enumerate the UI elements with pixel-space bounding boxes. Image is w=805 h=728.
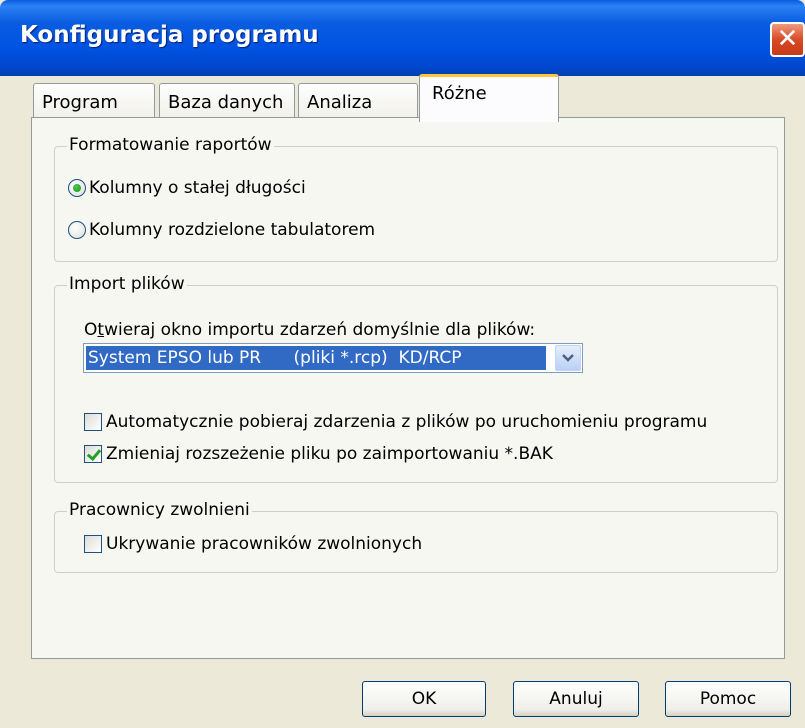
- ok-button[interactable]: OK: [362, 681, 486, 717]
- chevron-down-icon[interactable]: [555, 345, 581, 371]
- import-combo-label: Otwieraj okno importu zdarzeń domyślnie …: [84, 320, 536, 340]
- dialog-window: Konfiguracja programu ✕ Program Baza dan…: [0, 0, 805, 728]
- radio-unchecked-icon[interactable]: [68, 221, 86, 239]
- group-legend: Pracownicy zwolnieni: [67, 500, 252, 520]
- tab-analiza[interactable]: Analiza: [298, 83, 418, 121]
- tab-label: Program: [42, 92, 118, 113]
- group-legend: Import plików: [67, 274, 187, 294]
- radio-label: Kolumny rozdzielone tabulatorem: [89, 220, 376, 240]
- group-legend: Formatowanie raportów: [67, 135, 274, 155]
- title-bar[interactable]: Konfiguracja programu ✕: [0, 0, 805, 76]
- checkbox-label: Zmieniaj rozszeżenie pliku po zaimportow…: [106, 444, 553, 464]
- tab-label: Analiza: [307, 92, 373, 113]
- group-file-import: Import plików Otwieraj okno importu zdar…: [54, 274, 778, 483]
- import-type-select[interactable]: System EPSO lub PR (pliki *.rcp) KD/RCP: [83, 343, 583, 373]
- tab-label: Różne: [432, 83, 487, 104]
- checkbox-checked-icon[interactable]: [84, 445, 102, 463]
- tab-panel-rozne: Formatowanie raportów Kolumny o stałej d…: [31, 117, 785, 659]
- check-rename-extension[interactable]: Zmieniaj rozszeżenie pliku po zaimportow…: [84, 442, 553, 466]
- radio-label: Kolumny o stałej długości: [89, 178, 306, 198]
- close-icon: ✕: [776, 24, 799, 54]
- checkbox-label: Automatycznie pobieraj zdarzenia z plikó…: [106, 412, 708, 432]
- radio-tab-separated-columns[interactable]: Kolumny rozdzielone tabulatorem: [68, 218, 375, 242]
- check-hide-dismissed[interactable]: Ukrywanie pracowników zwolnionych: [84, 532, 422, 556]
- tab-baza-danych[interactable]: Baza danych: [159, 83, 295, 121]
- check-auto-import[interactable]: Automatycznie pobieraj zdarzenia z plikó…: [84, 410, 707, 434]
- close-button[interactable]: ✕: [770, 22, 805, 57]
- help-button[interactable]: Pomoc: [665, 681, 791, 717]
- tab-program[interactable]: Program: [33, 83, 155, 121]
- checkbox-unchecked-icon[interactable]: [84, 413, 102, 431]
- checkbox-label: Ukrywanie pracowników zwolnionych: [106, 534, 423, 554]
- cancel-button[interactable]: Anuluj: [513, 681, 639, 717]
- group-report-format: Formatowanie raportów Kolumny o stałej d…: [54, 135, 778, 262]
- import-type-select-value: System EPSO lub PR (pliki *.rcp) KD/RCP: [86, 346, 546, 370]
- radio-fixed-width-columns[interactable]: Kolumny o stałej długości: [68, 176, 306, 200]
- checkbox-unchecked-icon[interactable]: [84, 535, 102, 553]
- window-title: Konfiguracja programu: [20, 22, 319, 48]
- group-dismissed-employees: Pracownicy zwolnieni Ukrywanie pracownik…: [54, 500, 778, 573]
- tab-label: Baza danych: [168, 92, 284, 113]
- tab-rozne[interactable]: Różne: [419, 74, 559, 122]
- radio-checked-icon[interactable]: [68, 179, 86, 197]
